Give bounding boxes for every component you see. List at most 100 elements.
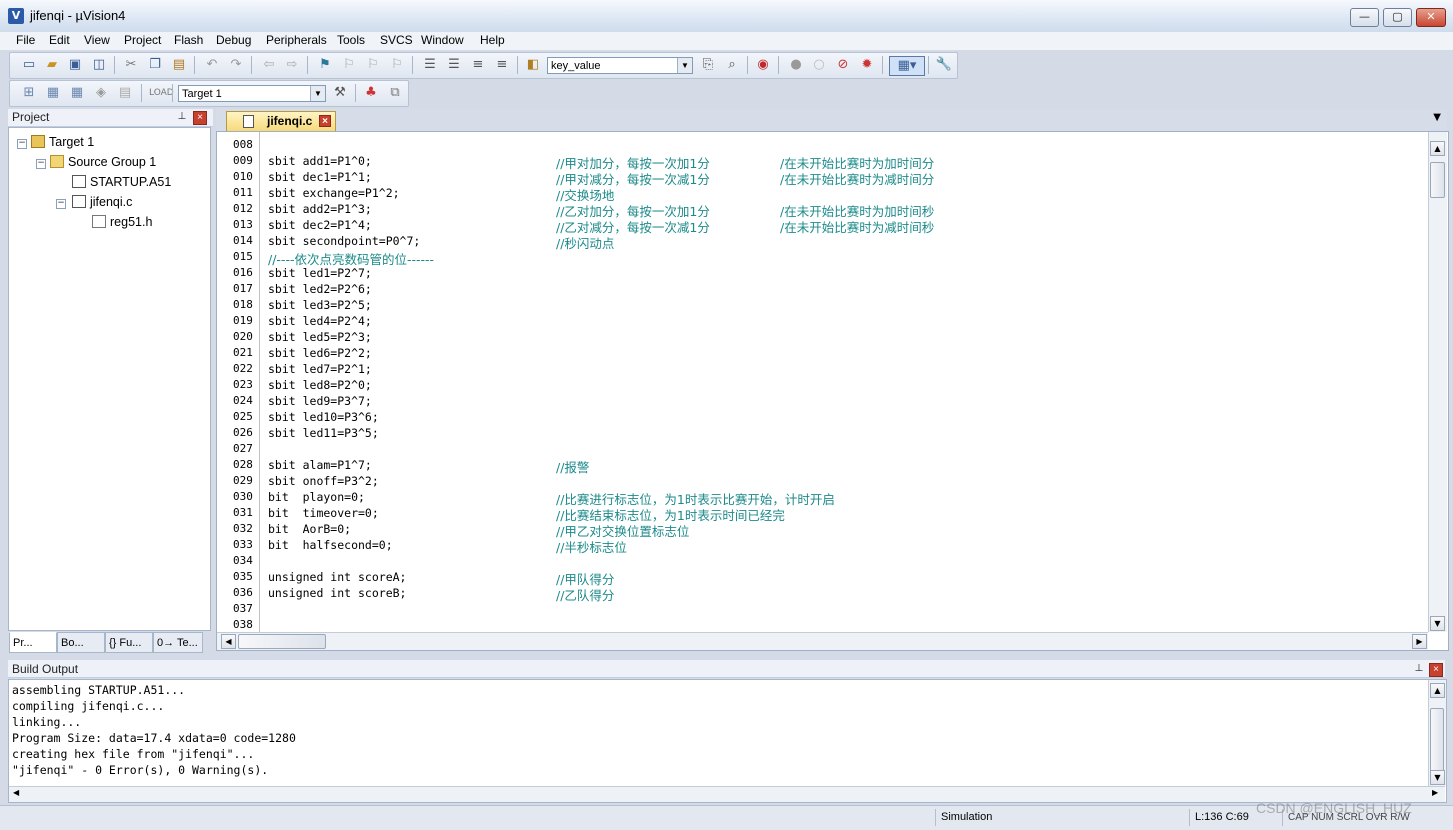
rebuild-icon[interactable]: ▦ [68,84,86,102]
scroll-right-arrow-icon[interactable]: ▶ [1432,788,1438,797]
breakpoint-kill-all-icon[interactable]: ✹ [858,56,876,74]
nav-back-icon[interactable]: ⇦ [260,56,278,74]
hscroll-thumb[interactable] [238,634,326,649]
code-comment: //半秒标志位 [556,540,627,555]
build-output-line: compiling jifenqi.c... [12,699,165,713]
breakpoint-disable-all-icon[interactable]: ⊘ [834,56,852,74]
output-vertical-scrollbar[interactable]: ▲ ▼ [1428,680,1446,786]
menu-help[interactable]: Help [480,33,505,47]
bookmark-icon[interactable]: ⚑ [316,56,334,74]
incremental-find-icon[interactable]: ⌕ [723,56,741,74]
scroll-up-arrow-icon[interactable]: ▲ [1430,141,1445,156]
comment-icon[interactable]: ≡ [469,56,487,74]
new-file-icon[interactable]: ▭ [20,56,38,74]
editor-vertical-scrollbar[interactable]: ▲ ▼ [1428,132,1447,632]
menu-peripherals[interactable]: Peripherals [266,33,327,47]
tab-templates[interactable]: 0→ Te... [153,632,203,653]
debug-session-icon[interactable]: ◉ [754,56,772,74]
unindent-icon[interactable]: ☰ [445,56,463,74]
build-icon[interactable]: ▦ [44,84,62,102]
menu-svcs[interactable]: SVCS [380,33,413,47]
tree-item-source-group[interactable]: Source Group 1 [50,155,156,169]
breakpoint-insert-icon[interactable]: ● [787,56,805,74]
menu-file[interactable]: File [16,33,35,47]
build-toolbar: ⊞ ▦ ▦ ◈ ▤ LOAD Target 1 ▼ ⚒ ♣ ⧉ [9,80,409,107]
scroll-left-arrow-icon[interactable]: ◀ [221,634,236,649]
tab-functions[interactable]: {} Fu... [105,632,153,653]
menu-project[interactable]: Project [124,33,161,47]
target-combo[interactable]: Target 1 ▼ [178,85,326,102]
find-in-files-icon[interactable]: ◧ [524,56,542,74]
menu-window[interactable]: Window [421,33,464,47]
chevron-down-icon[interactable]: ▼ [677,58,692,73]
find-icon[interactable]: ⎘ [699,56,717,74]
find-combo[interactable]: key_value ▼ [547,57,693,74]
open-file-icon[interactable]: ▰ [43,56,61,74]
scroll-thumb[interactable] [1430,162,1445,198]
collapse-toggle[interactable]: − [56,199,66,209]
indent-icon[interactable]: ☰ [421,56,439,74]
breakpoint-enable-icon[interactable]: ○ [810,56,828,74]
editor-horizontal-scrollbar[interactable]: ◀ ▶ [217,632,1428,650]
chevron-down-icon[interactable]: ▼ [1433,112,1441,123]
save-all-icon[interactable]: ◫ [90,56,108,74]
save-icon[interactable]: ▣ [66,56,84,74]
tree-item-label: Source Group 1 [68,155,157,169]
menu-debug[interactable]: Debug [216,33,251,47]
paste-icon[interactable]: ▤ [170,56,188,74]
menu-tools[interactable]: Tools [337,33,365,47]
download-icon[interactable]: LOAD [149,84,174,102]
cut-icon[interactable]: ✂ [122,56,140,74]
scroll-left-arrow-icon[interactable]: ◀ [13,788,19,797]
batch-build-icon[interactable]: ◈ [92,84,110,102]
output-horizontal-scrollbar[interactable]: ◀ ▶ [9,786,1445,802]
tree-item-startup[interactable]: STARTUP.A51 [72,175,171,189]
pin-icon[interactable]: ⊥ [176,111,188,123]
translate-icon[interactable]: ⊞ [20,84,38,102]
close-icon[interactable]: × [319,115,331,127]
configure-icon[interactable]: 🔧 [935,56,953,74]
collapse-toggle[interactable]: − [36,159,46,169]
scroll-thumb[interactable] [1430,708,1444,772]
tab-books[interactable]: Bo... [57,632,105,653]
build-output-panel[interactable]: assembling STARTUP.A51... compiling jifen… [8,679,1447,803]
code-line: sbit led9=P3^7; [268,394,372,408]
tree-item-jifenqi-c[interactable]: jifenqi.c [72,195,132,209]
close-button[interactable]: ✕ [1416,8,1446,27]
minimize-button[interactable]: — [1350,8,1379,27]
scroll-down-arrow-icon[interactable]: ▼ [1430,770,1445,785]
scroll-up-arrow-icon[interactable]: ▲ [1430,683,1445,698]
tab-project[interactable]: Pr... [9,632,57,653]
menu-flash[interactable]: Flash [174,33,203,47]
code-line: bit AorB=0; [268,522,352,536]
collapse-toggle[interactable]: − [17,139,27,149]
line-number: 015 [233,250,253,263]
bookmark-prev-icon[interactable]: ⚐ [340,56,358,74]
menu-edit[interactable]: Edit [49,33,70,47]
tree-item-target[interactable]: Target 1 [31,135,94,149]
maximize-button[interactable]: ▢ [1383,8,1412,27]
select-packs-icon[interactable]: ⧉ [386,84,404,102]
nav-forward-icon[interactable]: ⇨ [283,56,301,74]
copy-icon[interactable]: ❐ [146,56,164,74]
uncomment-icon[interactable]: ≡ [493,56,511,74]
menu-view[interactable]: View [84,33,110,47]
code-editor[interactable]: 008 009 010 011 012 013 014 015 016 017 018 019 020 0… [216,131,1449,651]
manage-components-icon[interactable]: ♣ [362,84,380,102]
bookmark-next-icon[interactable]: ⚐ [364,56,382,74]
scroll-down-arrow-icon[interactable]: ▼ [1430,616,1445,631]
undo-icon[interactable]: ↶ [203,56,221,74]
close-icon[interactable]: × [193,111,207,125]
pin-icon[interactable]: ⊥ [1413,663,1425,675]
tree-item-reg51-h[interactable]: reg51.h [92,215,152,229]
window-layout-icon[interactable]: ▦▾ [889,56,925,76]
bookmark-clear-icon[interactable]: ⚐ [388,56,406,74]
close-icon[interactable]: × [1429,663,1443,677]
redo-icon[interactable]: ↷ [227,56,245,74]
chevron-down-icon[interactable]: ▼ [310,86,325,101]
target-options-icon[interactable]: ⚒ [331,84,349,102]
editor-tab-jifenqi[interactable]: jifenqi.c × [226,111,336,132]
stop-build-icon[interactable]: ▤ [116,84,134,102]
scroll-right-arrow-icon[interactable]: ▶ [1412,634,1427,649]
line-number: 032 [233,522,253,535]
